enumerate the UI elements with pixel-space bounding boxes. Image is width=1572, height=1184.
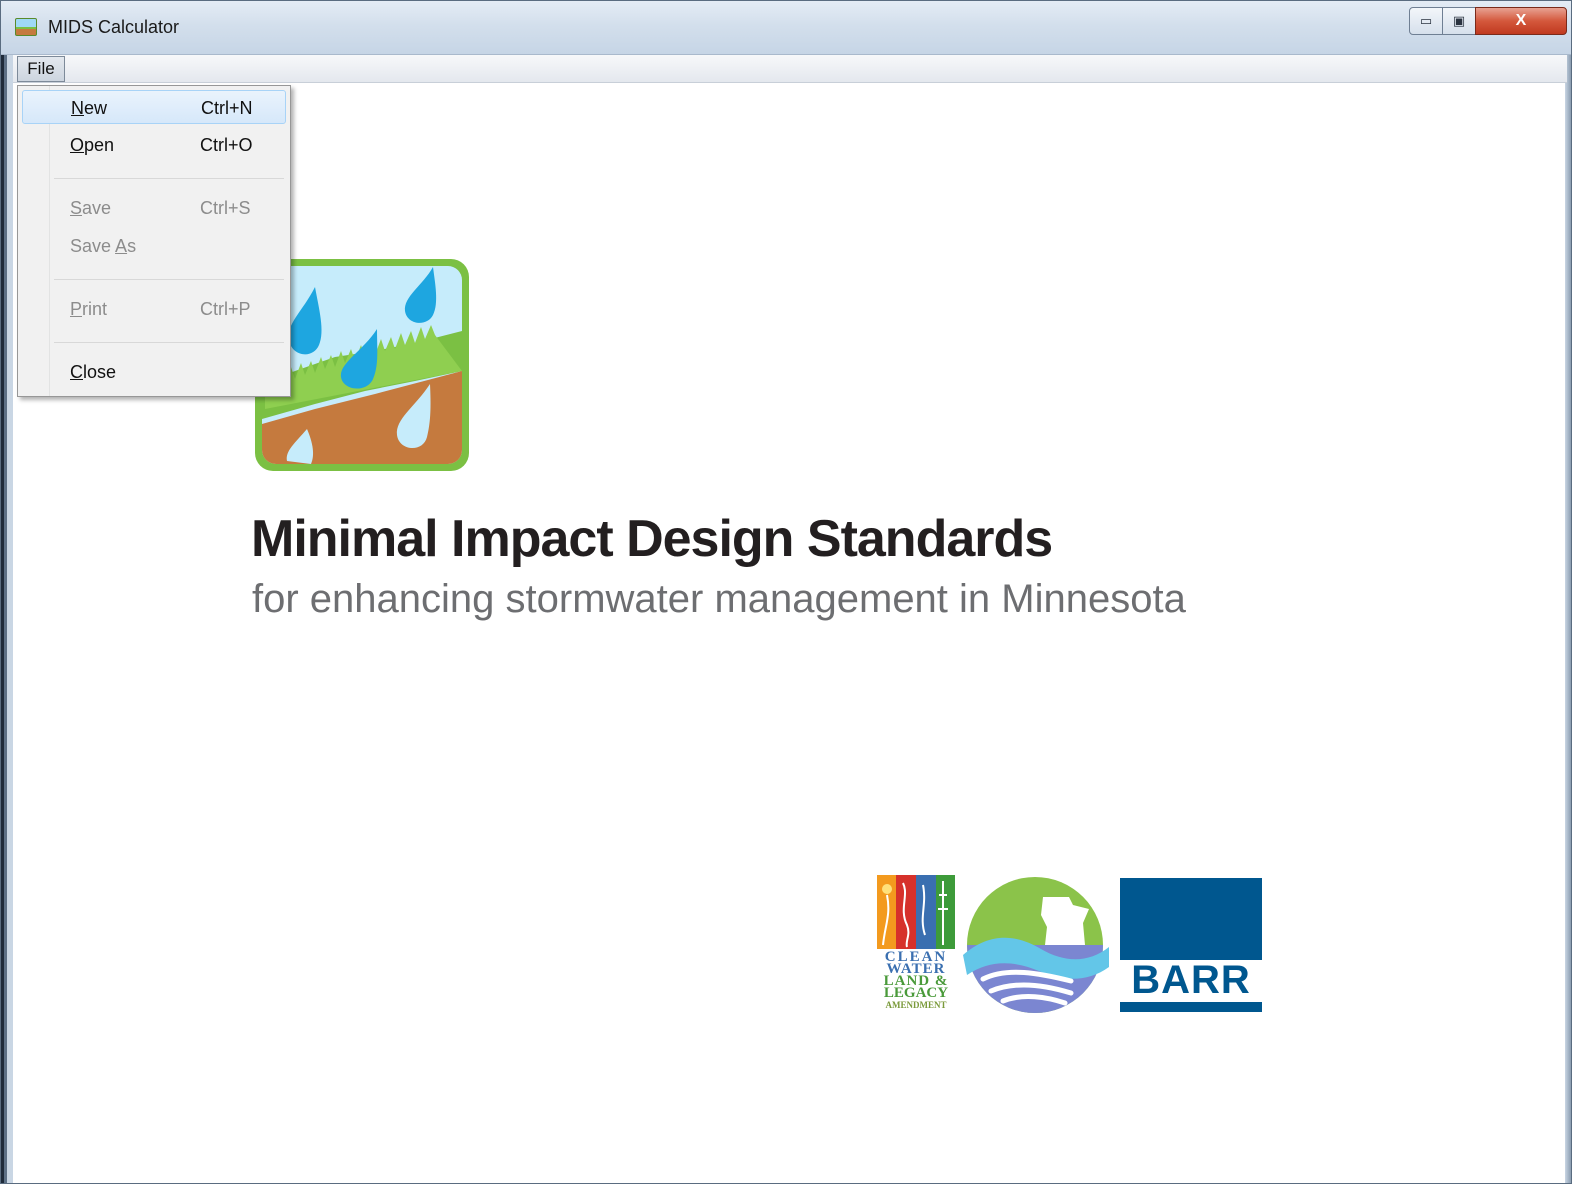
menu-item-label: New <box>71 98 108 118</box>
menu-item-shortcut: Ctrl+P <box>200 299 251 319</box>
hero-subtitle: for enhancing stormwater management in M… <box>252 577 1186 621</box>
barr-logo-block <box>1120 878 1262 960</box>
clean-water-wordmark: CLEAN WATER LAND & LEGACY AMENDMENT <box>883 949 949 1011</box>
maximize-button[interactable]: ▣ <box>1442 7 1476 35</box>
minimize-icon: ▭ <box>1419 13 1433 28</box>
legacy-amendment-icon <box>877 875 955 949</box>
menu-item-label: Open <box>70 135 115 155</box>
app-icon <box>15 18 37 36</box>
window-title: MIDS Calculator <box>48 17 180 37</box>
menu-item-label: Save As <box>70 236 137 256</box>
menu-item-save[interactable]: Save Ctrl+S <box>22 191 286 225</box>
menu-item-new[interactable]: New Ctrl+N <box>22 90 286 124</box>
minnesota-water-hand-logo <box>963 877 1109 1013</box>
file-menu-dropdown: New Ctrl+N Open Ctrl+O Save Ctrl+S Save … <box>17 85 291 397</box>
menu-item-label: Save <box>70 198 112 218</box>
menu-separator <box>54 342 284 343</box>
barr-logo: BARR <box>1120 878 1262 1012</box>
barr-wordmark: BARR <box>1131 958 1251 1002</box>
minimize-button[interactable]: ▭ <box>1409 7 1443 35</box>
window-right-border <box>1565 1 1571 1183</box>
menu-item-label: Print <box>70 299 108 319</box>
menu-item-shortcut: Ctrl+S <box>200 198 251 218</box>
menu-separator <box>54 178 284 179</box>
app-window: MIDS Calculator ▭ ▣ X File New Ctrl+N Op… <box>0 0 1572 1184</box>
menu-item-close[interactable]: Close <box>22 355 286 389</box>
maximize-icon: ▣ <box>1452 13 1466 28</box>
close-icon: X <box>1515 12 1527 29</box>
barr-logo-underline <box>1120 1002 1262 1012</box>
clean-water-legacy-logo: CLEAN WATER LAND & LEGACY AMENDMENT <box>877 875 955 1017</box>
close-window-button[interactable]: X <box>1475 7 1567 35</box>
menu-file[interactable]: File <box>17 56 65 82</box>
menu-separator <box>54 279 284 280</box>
menu-item-shortcut: Ctrl+O <box>200 135 253 155</box>
menu-item-shortcut: Ctrl+N <box>201 98 253 118</box>
menu-item-save-as[interactable]: Save As <box>22 229 286 263</box>
hero-title: Minimal Impact Design Standards <box>251 510 1053 568</box>
menu-item-open[interactable]: Open Ctrl+O <box>22 128 286 162</box>
window-left-border <box>1 1 13 1183</box>
title-bar[interactable]: MIDS Calculator ▭ ▣ X <box>1 1 1571 55</box>
menu-item-label: Close <box>70 362 117 382</box>
menu-bar: File <box>13 55 1567 83</box>
menu-item-print[interactable]: Print Ctrl+P <box>22 292 286 326</box>
